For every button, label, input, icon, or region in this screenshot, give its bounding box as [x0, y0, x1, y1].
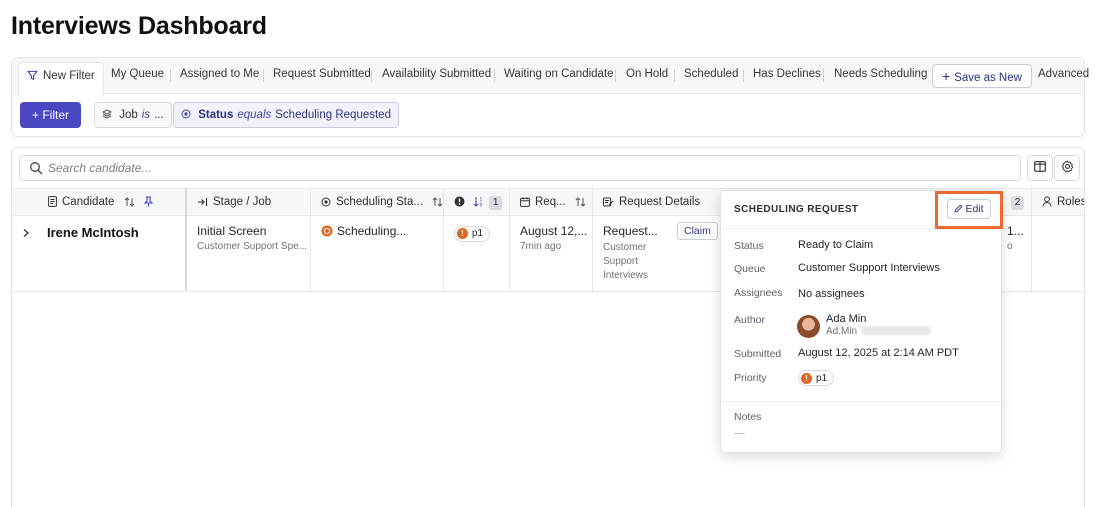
filter-chip-status[interactable]: Status equals Scheduling Requested: [173, 102, 399, 128]
assignees-label: Assignees: [734, 287, 783, 299]
priority-label: Priority: [734, 372, 767, 384]
job-name: Customer Support Spe...: [197, 241, 308, 252]
scheduling-request-popover: SCHEDULING REQUEST Edit Status Ready to …: [720, 190, 1003, 453]
plus-icon: +: [942, 68, 951, 84]
saved-views-tabs: New Filter My Queue Assigned to Me Reque…: [12, 58, 1089, 95]
column-header-request-details[interactable]: Request Details: [603, 189, 700, 216]
tab-scheduled[interactable]: Scheduled: [684, 68, 738, 80]
pin-icon[interactable]: [143, 191, 154, 218]
requested-ago: 7min ago: [520, 241, 562, 252]
tab-availability-submitted[interactable]: Availability Submitted: [382, 68, 491, 80]
sort-order-badge: 1: [489, 196, 503, 210]
scheduling-status-icon: [321, 224, 337, 238]
status-value: Ready to Claim: [798, 239, 874, 251]
request-queue-line: Customer: [603, 242, 647, 253]
search-icon: [29, 161, 43, 178]
priority-alert-icon: !: [457, 228, 468, 239]
columns-icon: [1034, 161, 1046, 175]
stage-name: Initial Screen: [197, 224, 267, 238]
request-queue-line: Interviews: [603, 270, 649, 281]
priority-alert-icon: !: [801, 372, 812, 384]
sort-icon[interactable]: [432, 191, 443, 218]
candidate-name[interactable]: Irene McIntosh: [47, 225, 139, 240]
gear-icon: [1061, 160, 1074, 176]
notes-value: —: [734, 427, 745, 439]
submitted-label: Submitted: [734, 348, 782, 360]
filter-funnel-icon: [27, 70, 38, 84]
sort-icon[interactable]: [575, 191, 586, 218]
status-circle-icon: [321, 191, 331, 218]
columns-layout-button[interactable]: [1027, 155, 1053, 181]
table-settings-button[interactable]: [1054, 155, 1080, 181]
popover-title: SCHEDULING REQUEST: [734, 204, 859, 215]
tab-my-queue[interactable]: My Queue: [111, 68, 164, 80]
request-queue-line: Support: [603, 256, 639, 267]
tab-request-submitted[interactable]: Request Submitted: [273, 68, 371, 80]
tab-new-filter[interactable]: New Filter: [18, 62, 104, 95]
job-icon: [101, 109, 119, 121]
queue-label: Queue: [734, 263, 766, 275]
tab-on-hold[interactable]: On Hold: [626, 68, 668, 80]
column-header-priority[interactable]: 19 1: [454, 189, 503, 218]
tab-needs-scheduling[interactable]: Needs Scheduling: [834, 68, 927, 80]
id-card-icon: [48, 191, 57, 218]
column-header-roles[interactable]: Roles: [1042, 189, 1084, 218]
author-email: Ad.Min: [826, 326, 932, 337]
request-title[interactable]: Request...: [603, 224, 658, 238]
person-icon: [1042, 191, 1052, 218]
assignees-value: No assignees: [798, 288, 865, 300]
calendar-icon: [520, 191, 530, 218]
queue-value: Customer Support Interviews: [798, 262, 940, 274]
column-header-requested[interactable]: Req...: [520, 189, 586, 216]
notes-label: Notes: [734, 411, 762, 423]
svg-text:9: 9: [480, 203, 483, 208]
truncated-cell: o: [1007, 241, 1013, 252]
column-header-scheduling-status[interactable]: Scheduling Sta...: [321, 189, 443, 216]
plus-icon: +: [31, 108, 43, 122]
edit-highlight-box: [935, 191, 1003, 229]
search-box: [19, 155, 1021, 181]
add-filter-button[interactable]: + Filter: [20, 102, 81, 128]
sort-desc-icon[interactable]: 19: [473, 196, 485, 209]
expand-row-chevron-icon[interactable]: [22, 227, 30, 241]
scheduling-status: Scheduling...: [321, 224, 406, 238]
column-header-candidate[interactable]: Candidate: [48, 189, 154, 218]
claim-button[interactable]: Claim: [677, 222, 718, 240]
save-as-new-button[interactable]: + Save as New: [932, 64, 1032, 88]
author-label: Author: [734, 314, 765, 326]
priority-value: ! p1: [798, 370, 835, 386]
author-name: Ada Min: [826, 313, 867, 325]
tab-waiting-on-candidate[interactable]: Waiting on Candidate: [504, 68, 614, 80]
arrow-right-bar-icon: [197, 191, 208, 218]
status-icon: [181, 109, 198, 121]
sort-icon[interactable]: [124, 191, 135, 218]
search-input[interactable]: [48, 159, 948, 177]
requested-date: August 12,...: [520, 224, 588, 238]
page-title: Interviews Dashboard: [11, 12, 267, 40]
priority-badge: ! p1: [454, 225, 491, 242]
avatar: [797, 315, 820, 338]
tab-assigned-to-me[interactable]: Assigned to Me: [180, 68, 259, 80]
truncated-cell: 1...: [1007, 224, 1024, 238]
advanced-tab[interactable]: Advanced: [1038, 68, 1089, 80]
filter-panel: New Filter My Queue Assigned to Me Reque…: [11, 57, 1089, 137]
column-header-count[interactable]: 2: [1007, 189, 1024, 216]
submitted-value: August 12, 2025 at 2:14 AM PDT: [798, 347, 959, 359]
priority-alert-icon: [454, 191, 465, 218]
status-label: Status: [734, 240, 764, 252]
column-header-stage-job[interactable]: Stage / Job: [197, 189, 271, 216]
tab-has-declines[interactable]: Has Declines: [753, 68, 821, 80]
request-edit-icon: [603, 191, 614, 218]
filter-chip-job[interactable]: Job is...: [94, 102, 172, 128]
